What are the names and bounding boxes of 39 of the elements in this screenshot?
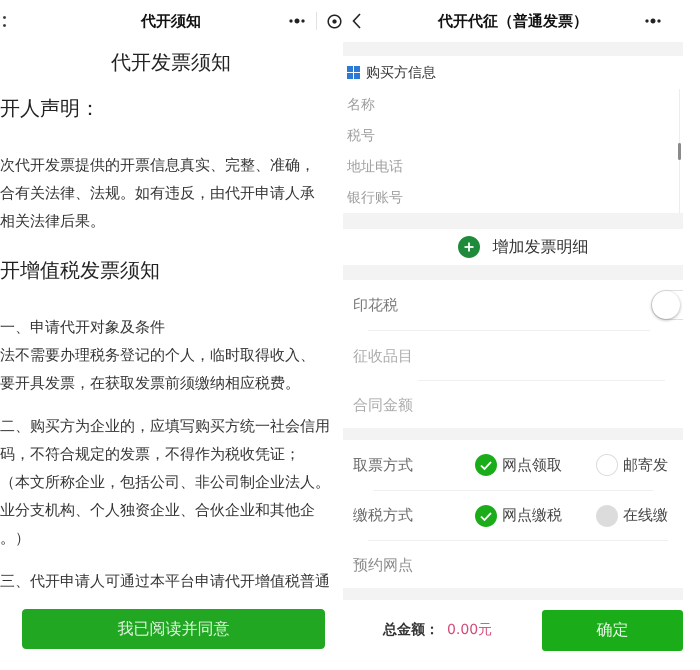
input-field[interactable]: 税号 xyxy=(343,120,679,151)
paragraph: 二、购买方为企业的，应填写购买方统一社会信用 码，不符合规定的发票，不得作为税收凭证； （本文所称企业，包括公司、非公司制企业法人。 业分支机构、个人独资企业、合伙企业和其他企 。） xyxy=(0,416,330,549)
input-field[interactable]: 地址电话 xyxy=(343,151,679,182)
option-label: 网点缴税 xyxy=(502,506,562,525)
field-label: 缴税方式 xyxy=(353,506,414,525)
nav-title: 代开须知 xyxy=(141,11,201,31)
total-label: 总金额： xyxy=(383,621,439,639)
page-heading: 代开发票须知 xyxy=(111,49,231,76)
grid-icon xyxy=(347,66,360,79)
option-label: 网点领取 xyxy=(502,456,562,474)
toggle-switch[interactable] xyxy=(651,290,683,320)
radio-button[interactable] xyxy=(475,504,497,526)
plus-icon xyxy=(458,236,480,258)
more-icon[interactable] xyxy=(289,18,305,24)
input-field[interactable]: 银行账号 xyxy=(343,182,679,213)
option-label: 邮寄发 xyxy=(623,456,668,474)
paragraph: 一、申请代开对象及条件 法不需要办理税务登记的个人，临时取得收入、 要开具发票，在获取发票前须缴纳相应税费。 xyxy=(0,317,315,394)
total-amount: 0.00元 xyxy=(447,621,492,639)
field-label: 印花税 xyxy=(353,296,398,314)
confirm-button[interactable]: 确定 xyxy=(542,610,683,650)
add-detail-button[interactable]: 增加发票明细 xyxy=(458,236,588,258)
vertical-dots-icon xyxy=(3,16,6,26)
scrollbar-thumb xyxy=(678,143,681,160)
radio-button[interactable] xyxy=(475,454,497,476)
agree-button[interactable]: 我已阅读并同意 xyxy=(22,609,325,649)
more-icon[interactable] xyxy=(645,18,661,24)
section-title: 购买方信息 xyxy=(366,64,436,82)
radio-button[interactable] xyxy=(596,454,618,476)
back-icon[interactable] xyxy=(352,13,361,29)
paragraph: 次代开发票提供的开票信息真实、完整、准确， 合有关法律、法规。如有违反，由代开申请人承 相关法律后果。 xyxy=(0,155,315,232)
input-field[interactable]: 名称 xyxy=(343,89,679,120)
nav-title: 代开代征（普通发票） xyxy=(438,11,588,31)
option-label: 在线缴 xyxy=(623,506,668,525)
circle-dot-icon[interactable] xyxy=(327,14,342,28)
field-label: 取票方式 xyxy=(353,456,414,474)
section-title: 开人声明： xyxy=(0,95,100,122)
section-title: 开增值税发票须知 xyxy=(0,257,160,284)
input-field[interactable]: 预约网点 xyxy=(353,541,683,588)
paragraph: 三、代开申请人可通过本平台申请代开增值税普通 xyxy=(0,571,330,592)
